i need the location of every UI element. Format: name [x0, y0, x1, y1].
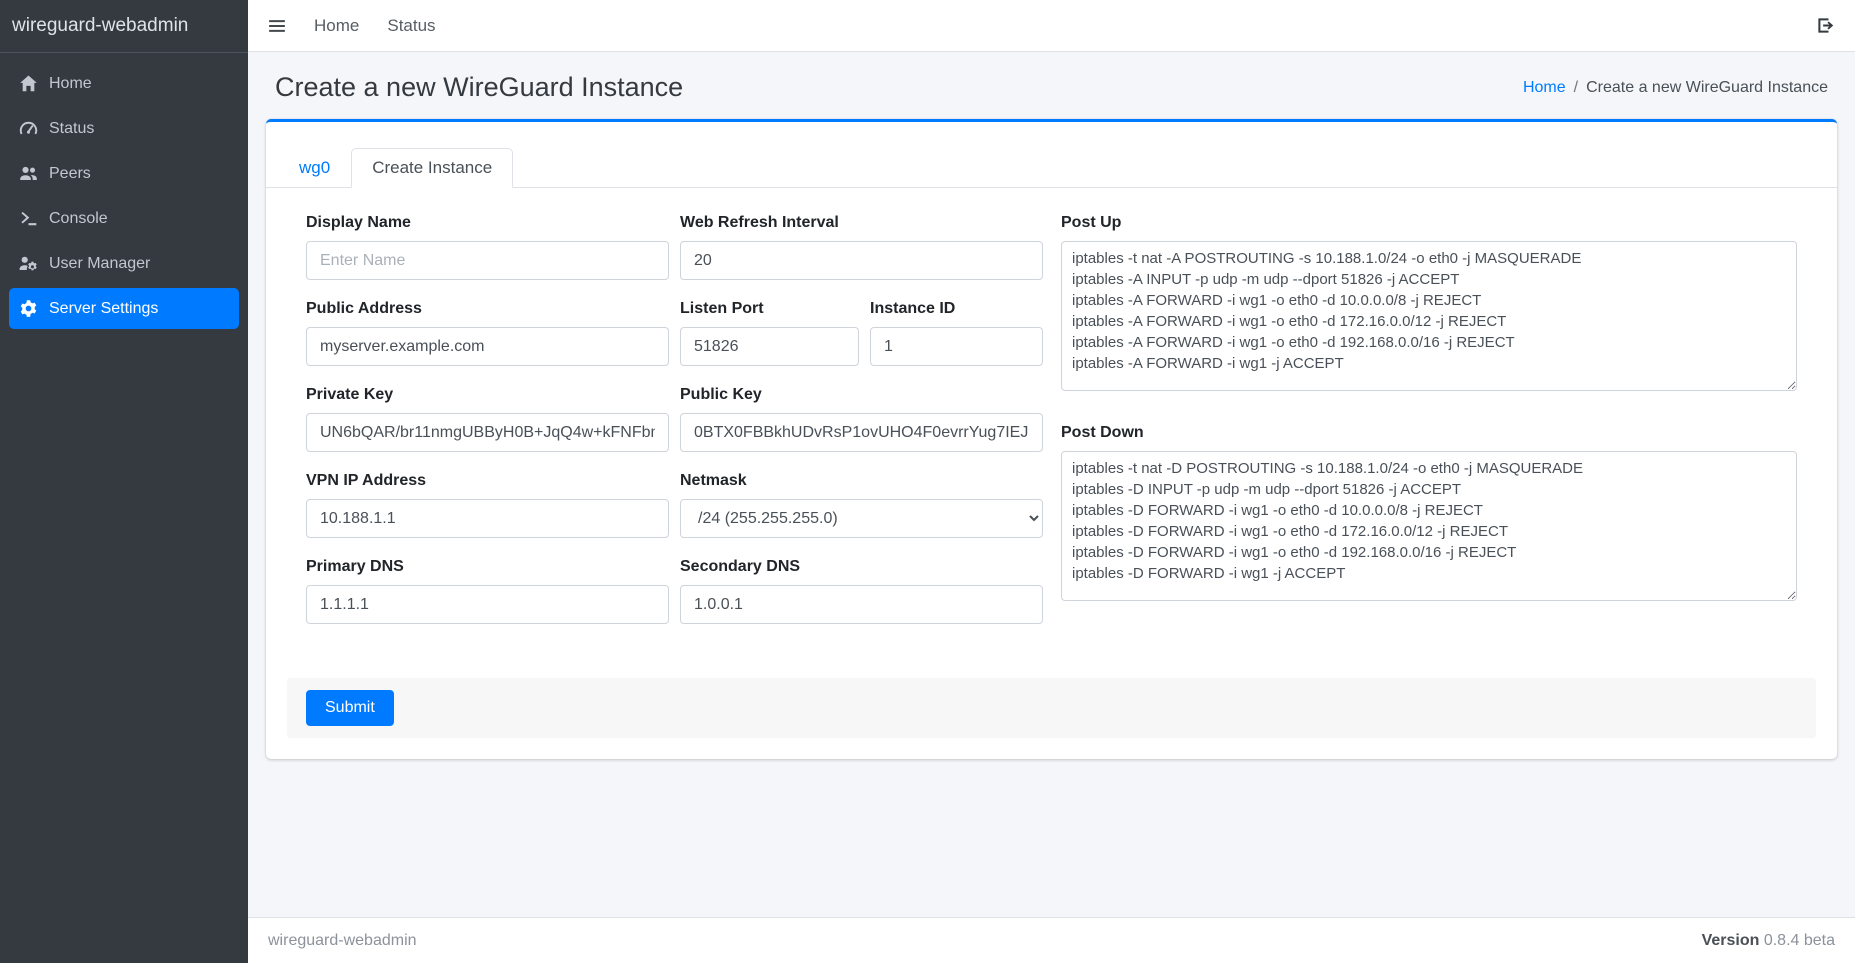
form-footer: Submit: [287, 678, 1816, 738]
submit-button[interactable]: Submit: [306, 690, 394, 726]
sidebar: wireguard-webadmin Home Status Peers: [0, 0, 248, 963]
sidebar-item-status[interactable]: Status: [9, 108, 239, 149]
breadcrumb: Home / Create a new WireGuard Instance: [1523, 79, 1828, 97]
sidebar-item-label: Server Settings: [49, 300, 158, 318]
public-key-label: Public Key: [680, 386, 1043, 404]
secondary-dns-label: Secondary DNS: [680, 558, 1043, 576]
sidebar-item-console[interactable]: Console: [9, 198, 239, 239]
vpn-ip-address-field[interactable]: [306, 499, 669, 538]
breadcrumb-home-link[interactable]: Home: [1523, 79, 1566, 97]
instance-id-field[interactable]: [870, 327, 1043, 366]
page-footer: wireguard-webadmin Version 0.8.4 beta: [248, 917, 1855, 963]
primary-dns-field[interactable]: [306, 585, 669, 624]
user-manager-icon: [19, 254, 38, 273]
main-area: Home Status Create a new WireGuard Insta…: [248, 0, 1855, 963]
display-name-label: Display Name: [306, 214, 669, 232]
breadcrumb-current: Create a new WireGuard Instance: [1586, 79, 1828, 97]
sidebar-item-peers[interactable]: Peers: [9, 153, 239, 194]
netmask-label: Netmask: [680, 472, 1043, 490]
instance-card: wg0 Create Instance Display Name: [266, 119, 1837, 759]
instance-tabs: wg0 Create Instance: [266, 122, 1837, 188]
status-icon: [19, 119, 38, 138]
listen-port-field[interactable]: [680, 327, 859, 366]
sidebar-nav: Home Status Peers Console: [0, 53, 248, 343]
brand-link[interactable]: wireguard-webadmin: [0, 0, 248, 53]
listen-port-label: Listen Port: [680, 300, 859, 318]
tab-create-instance[interactable]: Create Instance: [351, 148, 513, 188]
sidebar-item-label: Status: [49, 120, 94, 138]
tab-wg0[interactable]: wg0: [278, 148, 351, 188]
peers-icon: [19, 164, 38, 183]
vpn-ip-address-label: VPN IP Address: [306, 472, 669, 490]
sidebar-item-label: Peers: [49, 165, 91, 183]
web-refresh-interval-field[interactable]: [680, 241, 1043, 280]
app-window: wireguard-webadmin Home Status Peers: [0, 0, 1855, 963]
display-name-field[interactable]: [306, 241, 669, 280]
private-key-field[interactable]: [306, 413, 669, 452]
version-text: Version 0.8.4 beta: [1702, 932, 1835, 950]
form-left-column: Display Name Web Refresh Interval: [306, 214, 1043, 644]
sidebar-item-home[interactable]: Home: [9, 63, 239, 104]
public-key-field[interactable]: [680, 413, 1043, 452]
instance-form: Display Name Web Refresh Interval: [266, 188, 1837, 759]
server-settings-icon: [19, 299, 38, 318]
topnav-link-status[interactable]: Status: [387, 16, 435, 36]
version-value: 0.8.4 beta: [1764, 932, 1835, 949]
private-key-label: Private Key: [306, 386, 669, 404]
footer-brand: wireguard-webadmin: [268, 932, 417, 950]
secondary-dns-field[interactable]: [680, 585, 1043, 624]
topnav-link-home[interactable]: Home: [314, 16, 359, 36]
version-label: Version: [1702, 932, 1760, 949]
primary-dns-label: Primary DNS: [306, 558, 669, 576]
web-refresh-interval-label: Web Refresh Interval: [680, 214, 1043, 232]
console-icon: [19, 209, 38, 228]
logout-icon[interactable]: [1816, 16, 1835, 35]
content-area: Create a new WireGuard Instance Home / C…: [248, 52, 1855, 917]
post-up-label: Post Up: [1061, 214, 1797, 232]
top-navbar: Home Status: [248, 0, 1855, 52]
form-right-column: Post Up iptables -t nat -A POSTROUTING -…: [1061, 214, 1797, 644]
hamburger-menu-icon[interactable]: [268, 17, 286, 35]
sidebar-item-user-manager[interactable]: User Manager: [9, 243, 239, 284]
breadcrumb-separator: /: [1574, 79, 1578, 97]
home-icon: [19, 74, 38, 93]
public-address-label: Public Address: [306, 300, 669, 318]
post-up-textarea[interactable]: iptables -t nat -A POSTROUTING -s 10.188…: [1061, 241, 1797, 391]
public-address-field[interactable]: [306, 327, 669, 366]
post-down-label: Post Down: [1061, 424, 1797, 442]
sidebar-item-label: User Manager: [49, 255, 150, 273]
content-header: Create a new WireGuard Instance Home / C…: [266, 52, 1837, 119]
sidebar-item-server-settings[interactable]: Server Settings: [9, 288, 239, 329]
post-down-textarea[interactable]: iptables -t nat -D POSTROUTING -s 10.188…: [1061, 451, 1797, 601]
sidebar-item-label: Home: [49, 75, 92, 93]
instance-id-label: Instance ID: [870, 300, 1043, 318]
sidebar-item-label: Console: [49, 210, 108, 228]
page-title: Create a new WireGuard Instance: [275, 72, 683, 103]
netmask-select[interactable]: /24 (255.255.255.0): [680, 499, 1043, 538]
